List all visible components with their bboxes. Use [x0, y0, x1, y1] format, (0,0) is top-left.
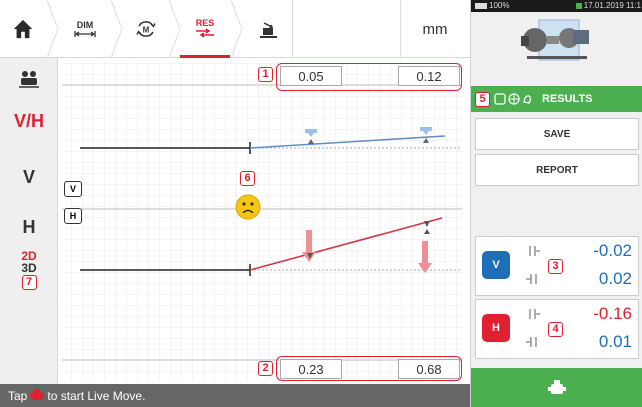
status-prefix: Tap — [8, 388, 28, 403]
angularity-symbol-icon — [526, 274, 537, 284]
save-button[interactable]: SAVE — [475, 118, 639, 150]
results-label: RESULTS — [542, 93, 593, 105]
right-panel: 100% 17.01.2019 11:1 5 RESULTS SAVE REPO… — [470, 0, 642, 407]
home-icon — [13, 19, 33, 39]
grid-graphic — [62, 63, 462, 381]
horizontal-coupling-badge-icon: H — [482, 314, 510, 342]
results-tab-button[interactable]: RES — [180, 0, 230, 58]
move-machine-icon — [260, 22, 277, 38]
res-label: RES — [195, 17, 215, 28]
machine-view-icon — [19, 71, 39, 88]
unit-selector[interactable]: mm — [400, 0, 470, 58]
vertical-results-card: V 3 -0.02 0.02 — [475, 236, 639, 296]
vertical-offset-value: -0.02 — [593, 241, 632, 260]
left-sidebar: V/H V H 2D 3D 7 — [0, 58, 58, 388]
system-status-bar: 100% 17.01.2019 11:1 — [471, 0, 642, 12]
alignment-plot: 1 0.05 0.12 V H 6 2 0.23 0.68 — [60, 63, 464, 381]
svg-text:M: M — [143, 26, 150, 35]
horizontal-offset-value: -0.16 — [593, 304, 632, 323]
chevron-divider-icon — [230, 0, 243, 58]
live-move-icon — [548, 379, 566, 394]
tolerance-sad-face-icon — [235, 194, 261, 220]
dimension-arrow-icon — [74, 31, 96, 37]
view-perspective-button[interactable] — [0, 58, 58, 100]
chevron-divider-icon — [110, 0, 123, 58]
horizontal-coupling-icon: H — [64, 208, 82, 224]
callout-badge-6: 6 — [240, 171, 255, 186]
dimensions-button[interactable]: DIM — [60, 0, 110, 58]
vertical-angularity-value: 0.02 — [598, 269, 632, 288]
mode-3d-label: 3D — [21, 261, 37, 275]
horizontal-angularity-value: 0.01 — [598, 332, 632, 351]
top-value-left: 0.05 — [280, 66, 342, 86]
measure-button[interactable]: M — [124, 0, 168, 58]
measure-rotation-icon: M — [136, 21, 156, 37]
top-value-right: 0.12 — [398, 66, 460, 86]
unit-label: mm — [422, 20, 448, 38]
datetime: 17.01.2019 11:1 — [575, 1, 641, 10]
h-view-button[interactable]: H — [0, 206, 58, 248]
vertical-coupling-icon: V — [64, 181, 82, 197]
report-button[interactable]: REPORT — [475, 154, 639, 186]
status-bar: Tap to start Live Move. — [0, 384, 470, 407]
callout-badge-5: 5 — [475, 91, 490, 107]
callout-badge-3: 3 — [548, 259, 563, 274]
top-toolbar: DIM M RES mm — [0, 0, 470, 58]
status-suffix: to start Live Move. — [47, 388, 146, 403]
chevron-divider-icon — [46, 0, 59, 58]
results-mode-icons — [494, 93, 532, 105]
live-move-button[interactable] — [471, 368, 642, 407]
v-label: V — [22, 166, 35, 187]
machine-train-thumbnail-icon — [521, 19, 589, 61]
callout-badge-1: 1 — [258, 67, 273, 82]
battery-icon — [475, 2, 487, 9]
vh-label: V/H — [13, 110, 44, 131]
vh-view-button[interactable]: V/H — [0, 100, 58, 142]
v-view-button[interactable]: V — [0, 156, 58, 198]
2d-3d-toggle[interactable]: 2D 3D 7 — [0, 244, 58, 296]
offset-symbol-icon — [529, 309, 540, 319]
live-move-icon — [30, 389, 45, 400]
horizontal-results-card: H 4 -0.16 0.01 — [475, 299, 639, 359]
callout-badge-4: 4 — [548, 322, 563, 337]
bottom-value-left: 0.23 — [280, 359, 342, 379]
battery-indicator: 100% — [475, 1, 509, 10]
bottom-value-right: 0.68 — [398, 359, 460, 379]
callout-badge-2: 2 — [258, 361, 273, 376]
signal-icon — [575, 2, 582, 9]
h-label: H — [22, 216, 36, 237]
callout-badge-7: 7 — [21, 275, 37, 290]
home-button[interactable] — [0, 0, 46, 58]
results-header-bar[interactable]: 5 RESULTS — [471, 86, 642, 112]
angularity-symbol-icon — [526, 337, 537, 347]
dim-label: DIM — [76, 20, 94, 30]
results-arrows-icon — [196, 27, 214, 38]
move-button[interactable] — [244, 0, 292, 58]
offset-symbol-icon — [529, 246, 540, 256]
vertical-coupling-badge-icon: V — [482, 251, 510, 279]
